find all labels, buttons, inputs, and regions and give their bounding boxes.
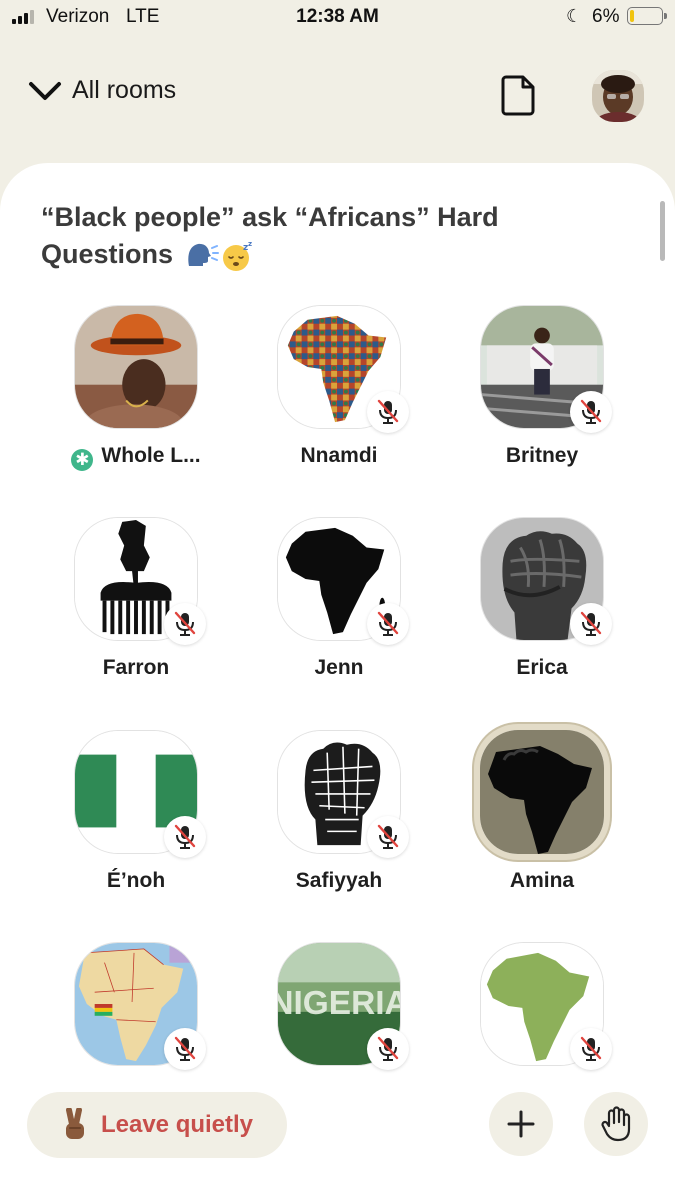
speaker-name: Jenn (314, 656, 364, 679)
scrollbar[interactable] (660, 201, 665, 261)
sleeping-face-icon: z z (222, 240, 252, 271)
speaker-tile[interactable]: Safiyyah (257, 730, 417, 910)
all-rooms-button[interactable]: All rooms (28, 76, 176, 105)
status-bar: Verizon LTE 12:38 AM ☾ 6% (0, 0, 675, 36)
victory-hand-icon (65, 1108, 84, 1139)
chevron-down-icon (29, 81, 61, 100)
speaker-name: Safiyyah (295, 869, 383, 892)
moderator-badge-icon: ✱ (71, 449, 94, 471)
leave-quietly-button[interactable]: Leave quietly (27, 1092, 287, 1158)
muted-microphone-icon (164, 603, 206, 645)
speaker-name: É’noh (106, 869, 166, 892)
muted-microphone-icon (367, 603, 409, 645)
speaking-head-icon (187, 243, 219, 266)
speaker-tile[interactable]: Erica (460, 517, 620, 697)
battery-percent: 6% (592, 6, 620, 27)
add-button[interactable] (489, 1092, 553, 1156)
muted-microphone-icon (367, 816, 409, 858)
raise-hand-button[interactable] (584, 1092, 648, 1156)
muted-microphone-icon (164, 1028, 206, 1070)
muted-microphone-icon (367, 391, 409, 433)
speaker-tile[interactable]: Amina (460, 724, 620, 910)
profile-avatar[interactable] (592, 70, 644, 122)
muted-microphone-icon (570, 391, 612, 433)
muted-microphone-icon (570, 603, 612, 645)
svg-text:NIGERIA: NIGERIA (278, 985, 400, 1022)
svg-text:z: z (248, 240, 252, 248)
room-title: “Black people” ask “Africans” Hard Quest… (41, 199, 601, 273)
room-title-text: “Black people” ask “Africans” Hard Quest… (41, 202, 499, 269)
speaker-tile[interactable]: Britney (460, 305, 620, 485)
battery-icon (627, 7, 667, 25)
all-rooms-label: All rooms (72, 76, 177, 104)
do-not-disturb-icon: ☾ (566, 6, 583, 26)
speaker-name: Amina (509, 869, 575, 892)
speaker-name: Nnamdi (300, 444, 378, 467)
speaker-tile[interactable]: Nnamdi (257, 305, 417, 485)
speaker-tile[interactable]: Jenn (257, 517, 417, 697)
plus-icon (507, 1110, 535, 1138)
speaker-name: Whole L... (101, 444, 201, 467)
speaker-avatar (474, 724, 610, 860)
muted-microphone-icon (570, 1028, 612, 1070)
leave-quietly-label: Leave quietly (100, 1111, 254, 1138)
speaker-name: Erica (516, 656, 568, 679)
muted-microphone-icon (367, 1028, 409, 1070)
bottom-bar: Leave quietly (0, 1080, 675, 1200)
speaker-tile[interactable]: Farron (54, 517, 214, 697)
document-icon[interactable] (500, 74, 538, 116)
speaker-tile[interactable]: ✱ Whole L... (54, 305, 214, 485)
speaker-tile[interactable]: É’noh (54, 730, 214, 910)
muted-microphone-icon (164, 816, 206, 858)
room-header: All rooms (0, 60, 675, 130)
room-card: “Black people” ask “Africans” Hard Quest… (0, 163, 675, 1200)
speaker-name: Farron (102, 656, 170, 679)
raise-hand-icon (601, 1106, 631, 1142)
speaker-avatar (74, 305, 198, 429)
speaker-name: Britney (505, 444, 579, 467)
